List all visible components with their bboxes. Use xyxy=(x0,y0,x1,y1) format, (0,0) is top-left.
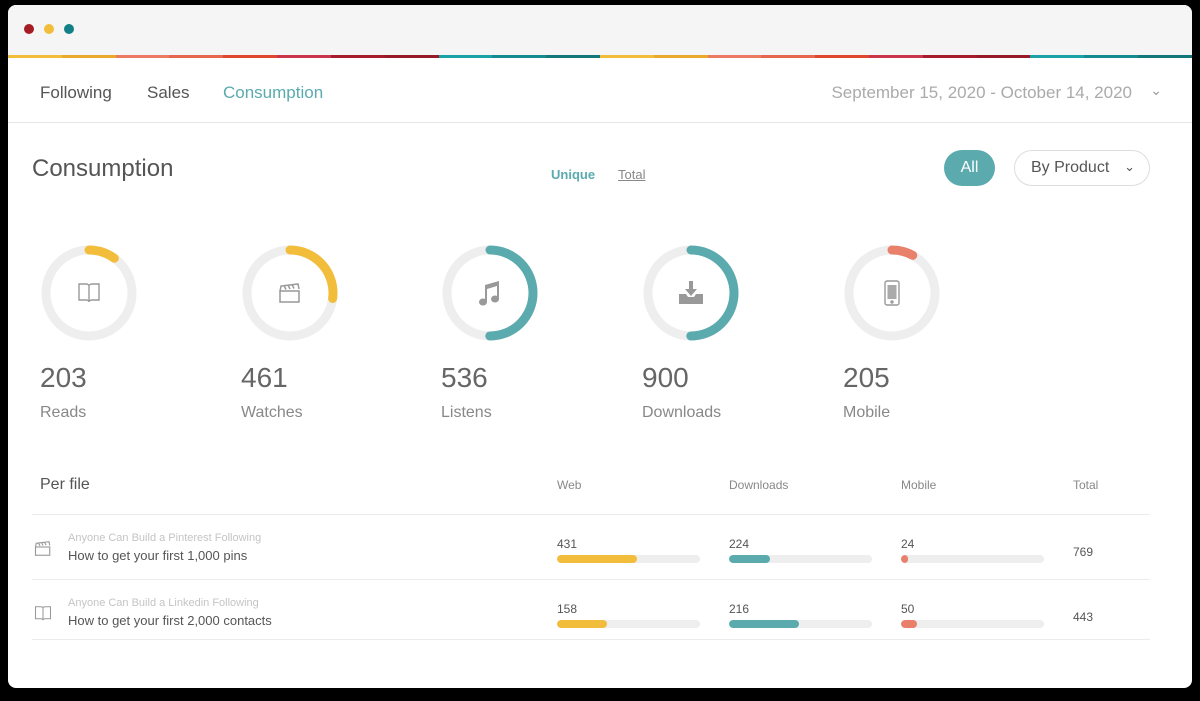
mobile-cell: 50 xyxy=(901,602,1044,628)
book-icon xyxy=(40,244,138,342)
web-bar xyxy=(557,555,700,563)
downloads-cell: 216 xyxy=(729,602,872,628)
mobile-bar-fill xyxy=(901,555,909,563)
downloads-bar-fill xyxy=(729,555,771,563)
web-bar xyxy=(557,620,700,628)
downloads-value: 216 xyxy=(729,602,750,616)
web-cell: 158 xyxy=(557,602,700,628)
title-bar xyxy=(8,5,1192,55)
downloads-value: 224 xyxy=(729,537,750,551)
table-row[interactable]: Anyone Can Build a Linkedin Following Ho… xyxy=(32,579,1150,644)
by-product-dropdown[interactable]: By Product ⌄ xyxy=(1014,150,1150,186)
stat-label: Downloads xyxy=(642,404,722,421)
close-window-button[interactable] xyxy=(24,24,34,34)
downloads-bar-fill xyxy=(729,620,800,628)
stat-listens: 536 Listens xyxy=(441,244,601,422)
stat-value: 205 xyxy=(843,362,890,393)
web-bar-fill xyxy=(557,620,608,628)
mobile-bar-fill xyxy=(901,620,917,628)
book-icon xyxy=(34,605,52,627)
file-title[interactable]: How to get your first 2,000 contacts xyxy=(68,613,272,628)
clapperboard-icon xyxy=(34,540,52,562)
column-total: Total xyxy=(1073,478,1099,492)
web-bar-fill xyxy=(557,555,638,563)
web-cell: 431 xyxy=(557,537,700,563)
stat-label: Watches xyxy=(241,404,303,421)
mobile-bar xyxy=(901,555,1044,563)
tab-consumption[interactable]: Consumption xyxy=(223,83,323,103)
minimize-window-button[interactable] xyxy=(44,24,54,34)
total-value: 443 xyxy=(1073,610,1094,624)
downloads-cell: 224 xyxy=(729,537,872,563)
column-web: Web xyxy=(557,478,582,492)
stat-value: 900 xyxy=(642,362,689,393)
stat-label: Reads xyxy=(40,404,87,421)
total-value: 769 xyxy=(1073,545,1094,559)
mobile-icon xyxy=(843,244,941,342)
per-file-title: Per file xyxy=(40,476,90,493)
music-note-icon xyxy=(441,244,539,342)
stat-downloads: 900 Downloads xyxy=(642,244,802,422)
course-name: Anyone Can Build a Pinterest Following xyxy=(68,532,262,544)
chevron-down-icon[interactable]: ⌄ xyxy=(1150,82,1162,99)
mobile-bar xyxy=(901,620,1044,628)
downloads-bar xyxy=(729,555,872,563)
stat-mobile: 205 Mobile xyxy=(843,244,1003,422)
date-range-picker[interactable]: September 15, 2020 - October 14, 2020 xyxy=(831,83,1132,103)
web-value: 158 xyxy=(557,602,578,616)
mobile-value: 24 xyxy=(901,537,915,551)
stat-label: Listens xyxy=(441,404,492,421)
mobile-cell: 24 xyxy=(901,537,1044,563)
all-button[interactable]: All xyxy=(944,150,995,186)
divider xyxy=(32,639,1150,640)
downloads-bar xyxy=(729,620,872,628)
file-title[interactable]: How to get your first 1,000 pins xyxy=(68,548,247,563)
chevron-down-icon: ⌄ xyxy=(1124,159,1135,174)
stat-label: Mobile xyxy=(843,404,891,421)
stat-value: 461 xyxy=(241,362,288,393)
column-mobile: Mobile xyxy=(901,478,937,492)
by-product-label: By Product xyxy=(1031,159,1110,176)
total-toggle[interactable]: Total xyxy=(618,167,645,182)
clapperboard-icon xyxy=(241,244,339,342)
web-value: 431 xyxy=(557,537,578,551)
course-name: Anyone Can Build a Linkedin Following xyxy=(68,597,259,609)
tab-sales[interactable]: Sales xyxy=(147,83,190,103)
page-title: Consumption xyxy=(32,155,174,182)
stat-reads: 203 Reads xyxy=(40,244,200,422)
table-row[interactable]: Anyone Can Build a Pinterest Following H… xyxy=(32,514,1150,579)
top-nav: Following Sales Consumption September 15… xyxy=(8,58,1192,123)
stat-watches: 461 Watches xyxy=(241,244,401,422)
stat-value: 536 xyxy=(441,362,488,393)
download-icon xyxy=(642,244,740,342)
stat-value: 203 xyxy=(40,362,87,393)
tab-following[interactable]: Following xyxy=(40,83,112,103)
maximize-window-button[interactable] xyxy=(64,24,74,34)
column-downloads: Downloads xyxy=(729,478,789,492)
unique-toggle[interactable]: Unique xyxy=(551,167,595,182)
mobile-value: 50 xyxy=(901,602,915,616)
